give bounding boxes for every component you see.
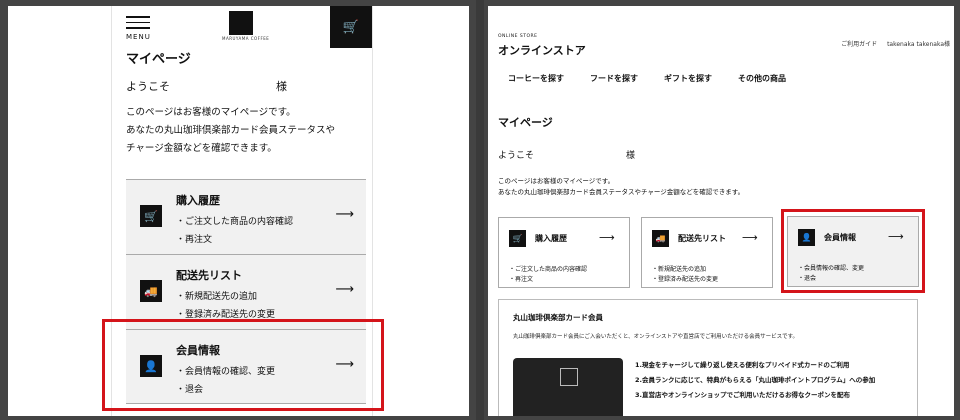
welcome-text: ようこそ 様 [498, 151, 636, 161]
welcome-text: ようこそ 様 [126, 80, 287, 93]
club-title: 丸山珈琲倶楽部カード会員 [513, 313, 603, 322]
arrow-right-icon: ⟶ [742, 231, 758, 244]
arrow-right-icon: ⟶ [335, 207, 354, 222]
desktop-screen: ONLINE STORE オンラインストア ご利用ガイド takenaka ta… [488, 6, 954, 416]
user-name-link[interactable]: takenaka takenaka様 [887, 41, 950, 48]
guide-link[interactable]: ご利用ガイド [841, 41, 877, 48]
card-purchase-history[interactable]: 🛒 購入履歴 ⟶ ・ご注文した商品の内容確認 ・再注文 [498, 217, 630, 288]
hamburger-icon [126, 16, 150, 18]
main-nav: コーヒーを探す フードを探す ギフトを探す その他の商品 [508, 73, 786, 84]
menu-label: MENU [126, 32, 151, 41]
club-member-section: 丸山珈琲倶楽部カード会員 丸山珈琲倶楽部カード会員にご入会いただくと、オンライン… [498, 299, 918, 416]
utility-links: ご利用ガイド takenaka takenaka様 [833, 39, 950, 48]
highlight-box-member-info [781, 209, 925, 293]
highlight-box-member-info [102, 319, 384, 411]
arrow-right-icon: ⟶ [335, 282, 354, 297]
store-title[interactable]: オンラインストア [498, 42, 586, 58]
benefits-list: 1.現金をチャージして繰り返し使える便利なプリペイド式カードのご利用 2.会員ラ… [635, 361, 876, 399]
truck-icon: 🚚 [140, 280, 162, 302]
menu-button[interactable]: MENU [126, 16, 156, 41]
logo-icon[interactable] [229, 11, 253, 35]
mobile-screenshot-frame: MENU MARUYAMA COFFEE 🛒 マイページ ようこそ 様 このペー… [0, 0, 476, 420]
page-title: マイページ [126, 52, 191, 67]
desktop-screenshot-frame: ONLINE STORE オンラインストア ご利用ガイド takenaka ta… [484, 0, 960, 420]
store-label: ONLINE STORE [498, 34, 538, 39]
nav-food[interactable]: フードを探す [590, 73, 638, 84]
truck-icon: 🚚 [652, 230, 669, 247]
page-description: このページはお客様のマイページです。 あなたの丸山珈琲倶楽部カード会員ステータス… [498, 177, 745, 196]
nav-gift[interactable]: ギフトを探す [664, 73, 712, 84]
arrow-right-icon: ⟶ [599, 231, 615, 244]
cart-button[interactable]: 🛒 [330, 6, 372, 48]
nav-coffee[interactable]: コーヒーを探す [508, 73, 564, 84]
card-delivery-list[interactable]: 🚚 配送先リスト ⟶ ・新規配送先の追加 ・登録済み配送先の変更 [641, 217, 773, 288]
page-title: マイページ [498, 116, 553, 129]
club-description: 丸山珈琲倶楽部カード会員にご入会いただくと、オンラインストアや直営店でご利用いた… [513, 334, 799, 340]
cart-icon: 🛒 [342, 19, 360, 35]
nav-other[interactable]: その他の商品 [738, 73, 786, 84]
cart-icon: 🛒 [140, 205, 162, 227]
logo-icon [560, 368, 578, 386]
card-purchase-history[interactable]: 🛒 購入履歴 ・ご注文した商品の内容確認 ・再注文 ⟶ [126, 179, 366, 254]
cart-icon: 🛒 [509, 230, 526, 247]
card-delivery-list[interactable]: 🚚 配送先リスト ・新規配送先の追加 ・登録済み配送先の変更 ⟶ [126, 254, 366, 329]
page-description: このページはお客様のマイページです。 あなたの丸山珈琲倶楽部カード会員ステータス… [126, 107, 336, 154]
member-card-image [513, 358, 623, 416]
mobile-screen: MENU MARUYAMA COFFEE 🛒 マイページ ようこそ 様 このペー… [8, 6, 469, 416]
logo-text: MARUYAMA COFFEE [222, 36, 270, 41]
